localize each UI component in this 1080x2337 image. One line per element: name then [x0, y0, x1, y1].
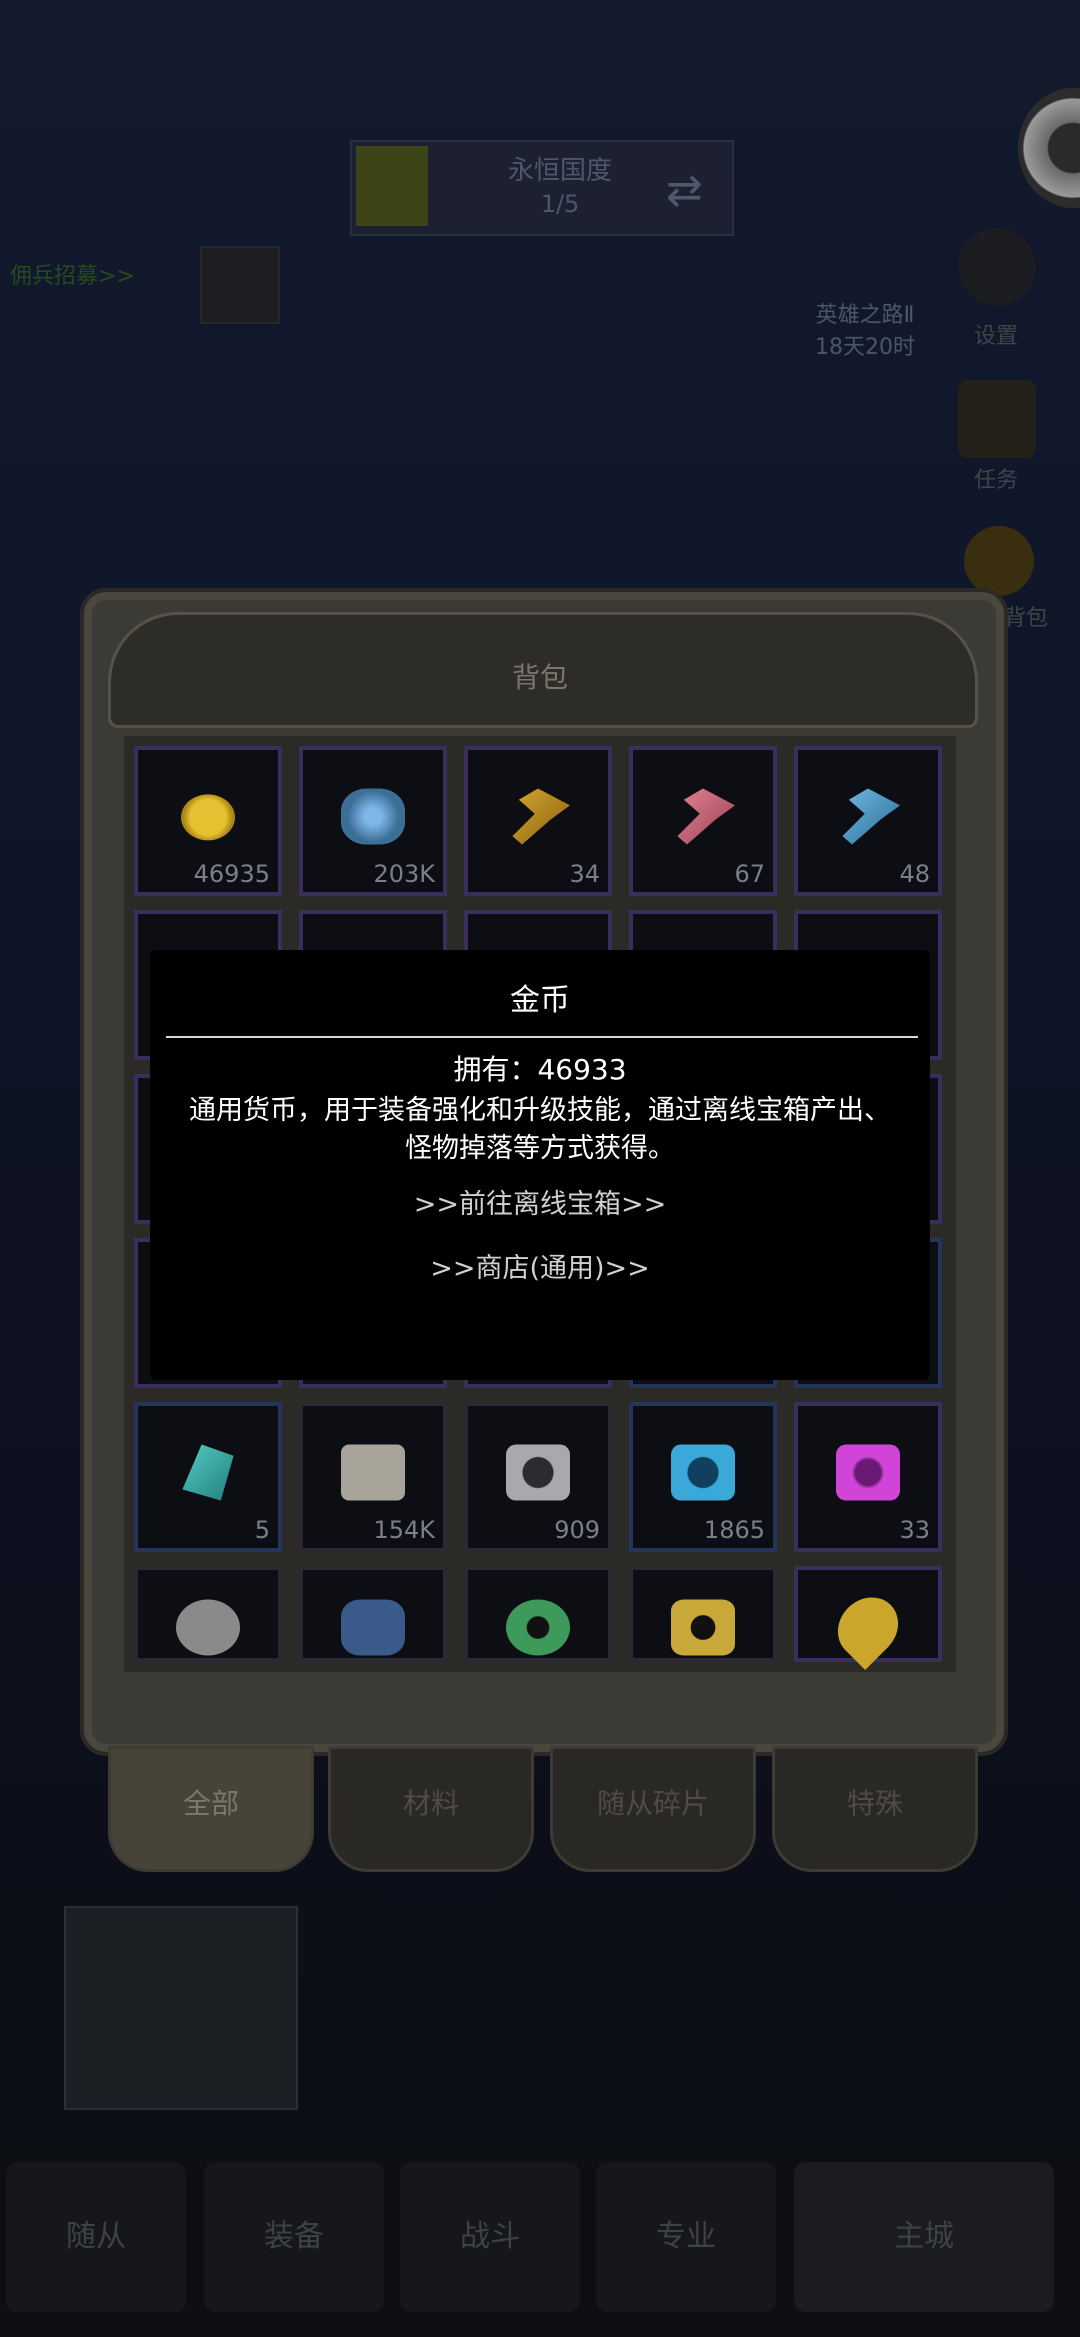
slot-count: 1865 — [703, 1516, 765, 1544]
bag-slot[interactable] — [629, 1566, 777, 1662]
hero-road-timer: 18天20时 — [815, 335, 915, 360]
bag-icon[interactable] — [964, 526, 1034, 596]
dragon-card[interactable] — [64, 1906, 298, 2110]
quest-box-icon[interactable] — [200, 246, 280, 324]
gold-key-icon — [512, 788, 570, 845]
blue-puzzle-icon — [671, 1444, 735, 1501]
nav-profession[interactable]: 专业 — [596, 2162, 776, 2312]
bag-slot[interactable] — [464, 1566, 612, 1662]
bag-slot[interactable]: 48 — [794, 746, 942, 896]
tooltip-title: 金币 — [510, 983, 570, 1018]
settings-label: 设置 — [974, 324, 1019, 349]
gray-puzzle-icon — [506, 1444, 570, 1501]
tooltip-owned-count: 拥有：46933 — [453, 1053, 627, 1086]
settings-icon[interactable] — [958, 228, 1036, 306]
green-token-icon — [506, 1599, 570, 1656]
slot-count: 203K — [373, 860, 435, 888]
slot-count: 48 — [899, 860, 930, 888]
goto-offline-chest-link[interactable]: >>前往离线宝箱>> — [150, 1182, 930, 1221]
swap-icon[interactable]: ⇄ — [666, 165, 703, 216]
slot-count: 33 — [899, 1516, 930, 1544]
bag-label: 背包 — [1004, 606, 1049, 631]
bag-slot[interactable]: 203K — [299, 746, 447, 896]
bag-title: 背包 — [511, 661, 568, 694]
gold-drop-icon — [825, 1584, 911, 1670]
nav-followers[interactable]: 随从 — [6, 2162, 186, 2312]
blue-gem-icon — [341, 788, 405, 845]
bag-tabs: 全部 材料 随从碎片 特殊 — [64, 1746, 1016, 1880]
stage-name: 永恒国度 — [507, 156, 612, 186]
tooltip-description: 通用货币，用于装备强化和升级技能，通过离线宝箱产出、怪物掉落等方式获得。 — [189, 1095, 891, 1164]
blue-key-icon — [842, 788, 900, 845]
bag-slot[interactable]: 34 — [464, 746, 612, 896]
task-book-icon[interactable] — [958, 380, 1036, 458]
slot-count: 5 — [254, 1516, 270, 1544]
bag-slot[interactable]: 33 — [794, 1402, 942, 1552]
stage-progress: 1/5 — [540, 190, 580, 218]
slot-count: 34 — [569, 860, 600, 888]
slot-count: 46935 — [193, 860, 270, 888]
tooltip-divider — [166, 1036, 918, 1038]
pink-key-icon — [677, 788, 735, 845]
scroll-icon — [341, 1444, 405, 1501]
bag-slot[interactable]: 909 — [464, 1402, 612, 1552]
bag-slot[interactable]: 5 — [134, 1402, 282, 1552]
blue-bag-icon — [341, 1599, 405, 1656]
nav-battle[interactable]: 战斗 — [400, 2162, 580, 2312]
purple-puzzle-icon — [836, 1444, 900, 1501]
nav-equipment[interactable]: 装备 — [204, 2162, 384, 2312]
slot-count: 154K — [373, 1516, 435, 1544]
tab-materials[interactable]: 材料 — [328, 1746, 534, 1872]
tab-all[interactable]: 全部 — [108, 1746, 314, 1872]
bag-slot[interactable]: 154K — [299, 1402, 447, 1552]
bag-slot[interactable] — [794, 1566, 942, 1670]
shop-general-link[interactable]: >>商店(通用)>> — [150, 1246, 930, 1285]
task-label: 任务 — [974, 468, 1019, 493]
nav-main-city[interactable]: 主城 — [794, 2162, 1054, 2312]
hero-road-title: 英雄之路Ⅱ — [815, 303, 915, 328]
slot-count: 909 — [554, 1516, 600, 1544]
stage-flag-icon — [356, 146, 428, 226]
slot-count: 67 — [734, 860, 765, 888]
teal-crystal-icon — [182, 1444, 234, 1501]
tab-follower-shards[interactable]: 随从碎片 — [550, 1746, 756, 1872]
bag-slot[interactable]: 67 — [629, 746, 777, 896]
bag-slot[interactable]: 1865 — [629, 1402, 777, 1552]
bag-slot[interactable]: 46935 — [134, 746, 282, 896]
recruit-link[interactable]: 佣兵招募>> — [10, 258, 135, 290]
bag-slot[interactable] — [134, 1566, 282, 1662]
hero-road-event[interactable]: 英雄之路Ⅱ 18天20时 — [790, 300, 940, 364]
gold-ring-icon — [671, 1599, 735, 1656]
white-ore-icon — [176, 1599, 240, 1656]
gold-coin-icon — [181, 794, 235, 841]
bag-slot[interactable] — [299, 1566, 447, 1662]
tab-special[interactable]: 特殊 — [772, 1746, 978, 1872]
